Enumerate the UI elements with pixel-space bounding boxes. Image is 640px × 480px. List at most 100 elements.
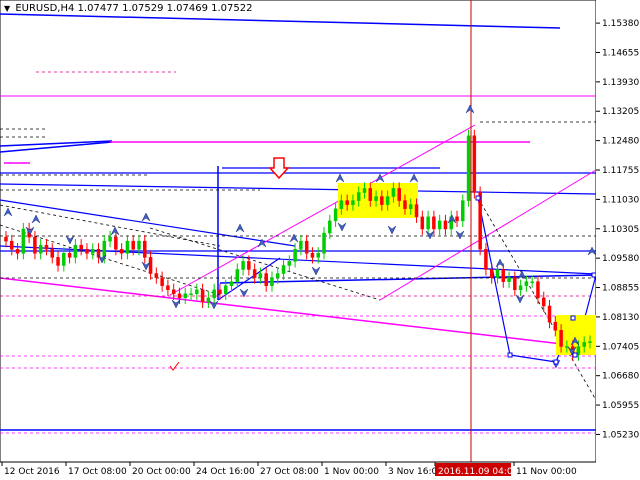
candle-body xyxy=(518,285,523,291)
candle-body xyxy=(443,220,448,230)
candle-body xyxy=(495,269,500,278)
candle-body xyxy=(553,321,558,331)
candle-body xyxy=(183,293,187,299)
candle-body xyxy=(212,289,216,299)
candle-body xyxy=(160,277,164,286)
candle-body xyxy=(171,289,176,295)
candle-body xyxy=(524,281,529,286)
y-tick-label: 1.12480 xyxy=(602,137,639,147)
candle-body xyxy=(67,253,72,258)
candle-body xyxy=(125,240,130,254)
candle-body xyxy=(235,269,240,282)
candle-body xyxy=(293,248,297,262)
candle-body xyxy=(310,253,315,258)
candle-body xyxy=(281,265,286,274)
candle-body xyxy=(137,240,141,250)
forecast-node xyxy=(475,195,481,201)
candle-body xyxy=(541,297,546,307)
candle-body xyxy=(420,216,425,230)
candle-body xyxy=(351,200,355,205)
candle-body xyxy=(56,257,60,266)
candle-body xyxy=(206,297,211,303)
y-tick-label: 1.08130 xyxy=(602,313,639,323)
x-tick-label: 1 Nov 00:00 xyxy=(324,467,379,477)
y-tick-label: 1.06680 xyxy=(602,372,639,382)
y-tick-label: 1.05955 xyxy=(602,401,639,411)
forecast-node xyxy=(507,352,513,358)
candle-body xyxy=(507,277,511,282)
x-tick-label: 12 Oct 2016 xyxy=(4,467,60,477)
candle-body xyxy=(426,216,430,230)
candle-body xyxy=(90,248,95,254)
candle-body xyxy=(391,188,396,197)
candle-body xyxy=(131,240,135,250)
candle-body xyxy=(229,281,234,286)
candle-body xyxy=(154,273,159,278)
candle-body xyxy=(73,244,78,258)
candle-body xyxy=(385,196,390,205)
candle-body xyxy=(4,236,8,242)
candle-body xyxy=(21,228,26,254)
y-tick-label: 1.13205 xyxy=(602,107,639,117)
candle-body xyxy=(247,261,251,270)
candle-body xyxy=(362,188,367,193)
candle-body xyxy=(148,257,153,274)
x-tick-label: 17 Oct 08:00 xyxy=(68,467,127,477)
candle-body xyxy=(85,248,89,254)
candle-body xyxy=(530,281,534,283)
candle-body xyxy=(368,188,373,201)
candle-body xyxy=(489,269,494,278)
candle-body xyxy=(466,135,471,201)
candle-body xyxy=(195,289,199,295)
y-tick-label: 1.10305 xyxy=(602,225,639,235)
candle-body xyxy=(177,293,182,299)
candle-body xyxy=(287,261,292,266)
candle-body xyxy=(559,330,563,347)
candle-body xyxy=(304,240,309,254)
forecast-node xyxy=(572,352,578,358)
candle-body xyxy=(299,240,303,250)
candle-body xyxy=(15,248,20,254)
candle-body xyxy=(38,244,43,254)
candle-body xyxy=(339,200,344,209)
candle-body xyxy=(356,192,361,201)
price-chart: 1.136561.116851.100881.097321.090771.086… xyxy=(0,0,640,480)
x-tick-label: 2016.11.09 04:00 xyxy=(438,467,519,477)
candle-body xyxy=(276,273,280,278)
candle-body xyxy=(270,277,274,286)
candle-body xyxy=(258,273,263,278)
x-tick-label: 11 Nov 00:00 xyxy=(516,467,577,477)
candle-body xyxy=(62,253,66,266)
candle-body xyxy=(513,277,517,291)
candle-body xyxy=(432,216,436,230)
candle-body xyxy=(44,244,49,250)
y-tick-label: 1.15380 xyxy=(602,19,639,29)
candle-body xyxy=(414,204,419,218)
candle-body xyxy=(380,196,384,205)
x-tick-label: 20 Oct 00:00 xyxy=(132,467,191,477)
candle-body xyxy=(252,269,257,278)
chart-header: ▼ EURUSD,H4 1.07477 1.07529 1.07469 1.07… xyxy=(4,3,253,14)
candle-body xyxy=(50,248,55,258)
x-tick-label: 3 Nov 16:00 xyxy=(388,467,443,477)
candle-body xyxy=(345,200,349,205)
candle-body xyxy=(166,285,170,291)
candle-body xyxy=(218,289,222,295)
y-tick-label: 1.07405 xyxy=(602,342,639,352)
candle-body xyxy=(200,289,205,303)
expand-triangle-icon[interactable]: ▼ xyxy=(4,4,10,13)
candle-body xyxy=(588,341,592,343)
candle-body xyxy=(108,236,112,242)
candle-body xyxy=(102,240,107,258)
candle-body xyxy=(472,135,477,193)
candle-body xyxy=(484,248,488,270)
candle-body xyxy=(403,200,407,209)
ohlc-readout: 1.07477 1.07529 1.07469 1.07522 xyxy=(77,3,253,14)
candle-body xyxy=(264,273,268,286)
candle-body xyxy=(374,196,378,201)
candle-body xyxy=(437,220,442,230)
forecast-node xyxy=(570,315,576,321)
forecast-node xyxy=(591,272,597,278)
x-tick-label: 24 Oct 16:00 xyxy=(196,467,255,477)
candle-body xyxy=(189,293,193,296)
